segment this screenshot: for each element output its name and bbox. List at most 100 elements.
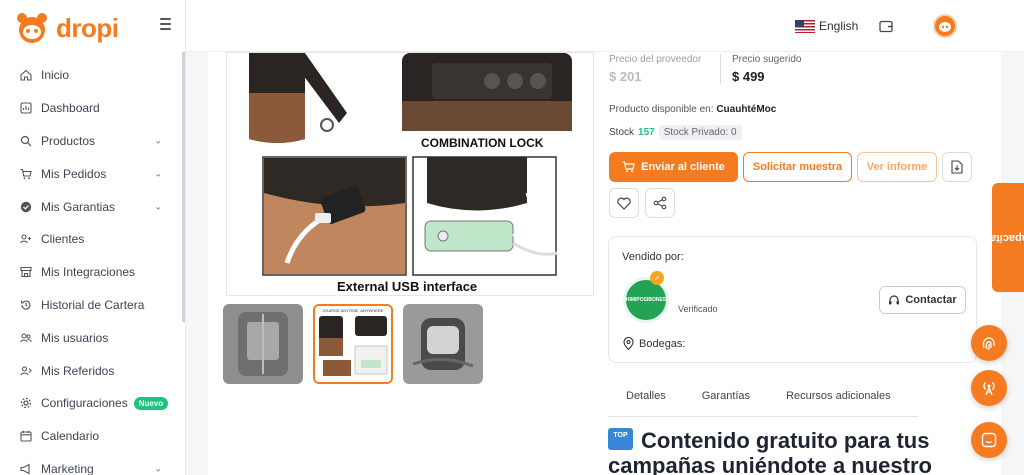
contact-seller-label: Contactar — [905, 294, 957, 306]
chevron-down-icon: ⌄ — [154, 168, 162, 179]
menu-toggle-icon[interactable] — [160, 16, 176, 32]
sidebar-item-mis-garantias[interactable]: Mis Garantias ⌄ — [0, 190, 186, 223]
sidebar-item-mis-usuarios[interactable]: Mis usuarios — [0, 321, 186, 354]
sidebar-item-marketing[interactable]: Marketing ⌄ — [0, 453, 186, 475]
sidebar-item-label: Mis Garantias — [41, 199, 116, 214]
broadcast-tower-icon — [983, 382, 995, 396]
send-to-client-button[interactable]: Enviar al cliente — [609, 152, 738, 182]
fingerprint-icon — [982, 337, 995, 350]
dropi-avatar-icon — [939, 22, 951, 32]
thumbnail-image — [223, 304, 303, 384]
sidebar: dropi Inicio Dashboard Productos ⌄ Mis P… — [0, 0, 186, 475]
history-icon — [20, 300, 31, 310]
sidebar-item-label: Mis Integraciones — [41, 265, 136, 280]
sidebar-item-label: Marketing — [41, 461, 94, 475]
thumbnail-caption: CHARGE ANYTIME, ANYWHERE — [323, 308, 384, 313]
chevron-down-icon: ⌄ — [154, 463, 162, 474]
sidebar-item-label: Mis Referidos — [41, 363, 115, 378]
view-report-button[interactable]: Ver informe — [857, 152, 937, 182]
sidebar-item-label: Clientes — [41, 232, 85, 247]
capacitate-text: ¡Capacítate! — [976, 231, 1024, 244]
seller-logo[interactable]: HIMIPOSIBONES — [623, 277, 669, 323]
fingerprint-fab[interactable] — [971, 325, 1007, 361]
send-to-client-label: Enviar al cliente — [641, 161, 725, 173]
language-selector[interactable]: English — [795, 19, 858, 33]
location-pin-icon — [623, 337, 634, 350]
tab-recursos-adicionales[interactable]: Recursos adicionales — [768, 380, 909, 416]
supplier-price-value: $ 201 — [609, 69, 642, 84]
brand-logo[interactable]: dropi — [14, 10, 119, 46]
sidebar-item-label: Mis usuarios — [41, 330, 109, 345]
chat-fab[interactable] — [971, 422, 1007, 458]
sidebar-item-configuraciones[interactable]: Configuraciones Nuevo — [0, 387, 186, 420]
broadcast-fab[interactable] — [971, 370, 1007, 406]
sidebar-item-mis-integraciones[interactable]: Mis Integraciones — [0, 256, 186, 289]
seller-card: Vendido por: HIMIPOSIBONES ✓ Verificado … — [608, 236, 977, 363]
brand-name: dropi — [56, 12, 119, 43]
stock-value: 157 — [638, 127, 655, 138]
availability-location: CuauhtéMoc — [716, 104, 777, 115]
sidebar-item-inicio[interactable]: Inicio — [0, 59, 186, 92]
sidebar-item-label: Productos — [41, 133, 96, 148]
sidebar-item-calendario[interactable]: Calendario — [0, 420, 186, 453]
avatar[interactable] — [933, 14, 957, 38]
product-thumbnail-3[interactable] — [403, 304, 483, 384]
seller-title: Vendido por: — [622, 251, 684, 263]
sidebar-item-dashboard[interactable]: Dashboard — [0, 92, 186, 125]
contact-seller-button[interactable]: Contactar — [879, 286, 966, 314]
cart-icon — [20, 168, 32, 179]
sidebar-item-label: Inicio — [41, 68, 70, 83]
download-file-icon — [951, 160, 963, 174]
share-button[interactable] — [645, 188, 675, 218]
sidebar-item-label: Dashboard — [41, 101, 100, 116]
store-icon — [20, 267, 32, 278]
referral-icon — [20, 366, 32, 375]
sidebar-item-label: Calendario — [41, 429, 100, 444]
megaphone-icon — [20, 463, 30, 475]
product-thumbnail-1[interactable] — [223, 304, 303, 384]
tab-garantias[interactable]: Garantías — [684, 380, 768, 416]
heart-icon — [617, 197, 631, 210]
free-content-heading: TOP Contenido gratuito para tus campañas … — [608, 428, 988, 475]
gear-icon — [20, 398, 32, 409]
sidebar-item-mis-pedidos[interactable]: Mis Pedidos ⌄ — [0, 157, 186, 190]
availability: Producto disponible en: CuauhtéMoc — [609, 104, 776, 115]
share-icon — [653, 196, 667, 210]
supplier-price: Precio del proveedor $ 201 — [609, 54, 701, 84]
stock-label: Stock — [609, 127, 635, 138]
home-icon — [20, 70, 32, 81]
search-icon — [20, 135, 32, 147]
user-group-icon — [20, 333, 32, 342]
product-main-image[interactable]: COMBINATION LOCK External USB interface — [226, 52, 594, 296]
top-badge-label: TOP — [613, 432, 628, 439]
dropi-logo-icon — [17, 13, 47, 43]
warehouses-label: Bodegas: — [639, 337, 686, 350]
favorite-button[interactable] — [609, 188, 639, 218]
sidebar-item-historial-de-cartera[interactable]: Historial de Cartera — [0, 289, 186, 322]
users-icon — [20, 234, 31, 244]
product-tabs: Detalles Garantías Recursos adicionales — [608, 380, 918, 417]
cart-icon — [622, 161, 635, 173]
download-button[interactable] — [942, 152, 972, 182]
product-image-collage: COMBINATION LOCK External USB interface — [237, 53, 572, 294]
sidebar-item-label: Mis Pedidos — [41, 166, 107, 181]
sidebar-item-clientes[interactable]: Clientes — [0, 223, 186, 256]
seller-logo-text: HIMIPOSIBONES — [625, 297, 667, 303]
wallet-icon[interactable] — [878, 18, 894, 34]
seller-verified-label: Verificado — [678, 304, 718, 314]
private-stock-badge: Stock Privado: 0 — [658, 125, 742, 140]
new-badge: Nuevo — [133, 396, 169, 410]
headset-icon — [889, 295, 900, 305]
sidebar-item-label: Historial de Cartera — [41, 297, 145, 312]
tab-detalles[interactable]: Detalles — [608, 380, 684, 416]
capacitate-tab[interactable]: ¡Capacítate! — [977, 183, 1024, 292]
image-caption-lock: COMBINATION LOCK — [421, 136, 544, 150]
sidebar-item-productos[interactable]: Productos ⌄ — [0, 125, 186, 158]
sidebar-nav: Inicio Dashboard Productos ⌄ Mis Pedidos… — [0, 59, 186, 475]
request-sample-button[interactable]: Solicitar muestra — [743, 152, 852, 182]
sidebar-item-mis-referidos[interactable]: Mis Referidos — [0, 354, 186, 387]
verified-check-icon: ✓ — [650, 271, 664, 285]
supplier-price-label: Precio del proveedor — [609, 54, 702, 65]
chat-icon — [981, 432, 997, 448]
product-thumbnail-2[interactable]: CHARGE ANYTIME, ANYWHERE — [313, 304, 393, 384]
